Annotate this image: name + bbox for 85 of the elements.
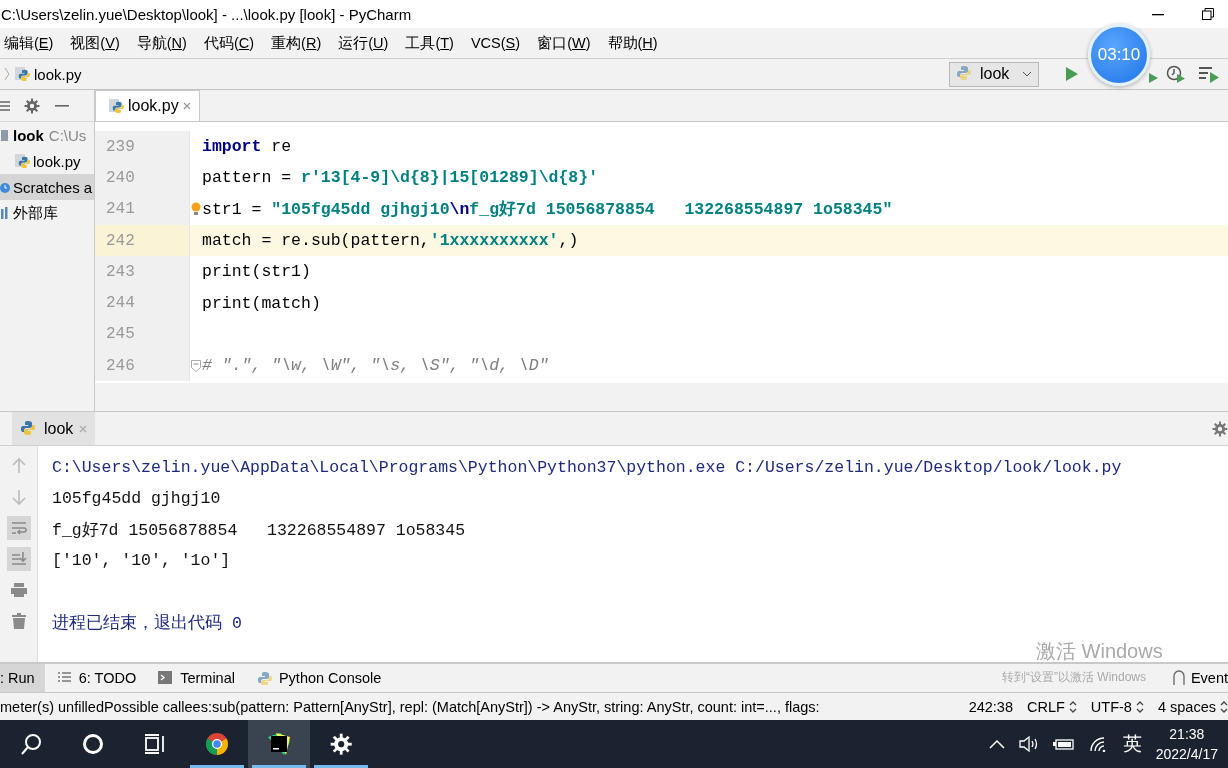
python-file-icon [14, 66, 30, 82]
chevron-up-icon[interactable] [988, 739, 1005, 749]
up-down-arrows-icon [1220, 700, 1228, 713]
circle-icon[interactable] [82, 733, 104, 755]
close-icon[interactable] [182, 102, 191, 110]
run-tab[interactable]: look [12, 412, 96, 445]
activation-hint: 转到“设置”以激活 Windows [1002, 669, 1147, 686]
python-icon [956, 65, 974, 83]
task-view-icon[interactable] [144, 733, 166, 755]
line-number: 240 [95, 162, 190, 194]
run-configuration-dropdown[interactable]: look [949, 61, 1039, 87]
up-down-arrows-icon [1135, 700, 1144, 713]
line-number: 242 [95, 224, 190, 257]
editor-tab[interactable]: look.py [95, 90, 200, 121]
bars-icon [0, 205, 10, 221]
folder-icon [0, 127, 10, 143]
scroll-to-end-icon[interactable] [6, 547, 31, 571]
code-line: str1 = "105fg45dd gjhgj10\nf_g好7d 15056878854 132268554897 1o58345" [202, 199, 893, 221]
tree-item[interactable]: look C:\Us [0, 122, 94, 148]
code-line: # ".", "\w, \W", "\s, \S", "\d, \D" [202, 356, 549, 376]
menu-item[interactable]: 窗口(W) [537, 33, 591, 53]
chevron-icon [4, 67, 10, 81]
menu-item[interactable]: 导航(N) [136, 33, 187, 53]
window-title: C:\Users\zelin.yue\Desktop\look] - ...\look.py [look] - PyCharm [1, 5, 413, 23]
code-line: print(str1) [202, 262, 311, 282]
console-line: ['10', '10', '1o'] [52, 550, 232, 572]
restore-icon[interactable] [1202, 8, 1214, 20]
python-icon [256, 671, 273, 685]
browser-icon[interactable] [206, 733, 228, 755]
balloon-icon [1170, 670, 1187, 686]
tree-item[interactable]: Scratches a [0, 174, 94, 200]
input-method-indicator[interactable]: 英 [1122, 731, 1142, 757]
tree-item[interactable]: look.py [0, 148, 94, 174]
indent-selector[interactable]: 4 spaces [1157, 698, 1228, 715]
menu-item[interactable]: 编辑(E) [4, 33, 54, 53]
python-file-icon [108, 98, 124, 114]
lightbulb-icon[interactable] [191, 202, 201, 217]
encoding-selector[interactable]: UTF-8 [1090, 698, 1144, 715]
tool-window-button[interactable]: 6: TODO [52, 664, 147, 692]
menu-item[interactable]: 代码(C) [203, 33, 255, 53]
search-icon[interactable] [20, 733, 42, 755]
tool-window-button[interactable]: : Run [0, 664, 45, 692]
battery-icon[interactable] [1052, 737, 1075, 751]
python-icon [20, 419, 38, 438]
code-line: import re [202, 137, 292, 157]
code-line: match = re.sub(pattern,'1xxxxxxxxxx',) [202, 231, 579, 251]
clock[interactable]: 21:38 2022/4/17 [1155, 724, 1218, 764]
tool-window-button[interactable]: Python Console [252, 664, 392, 692]
tree-item[interactable]: 外部库 [0, 200, 94, 226]
code-line: pattern = r'13[4-9]\d{8}|15[01289]\d{8}' [202, 168, 599, 188]
speaker-icon[interactable] [1018, 736, 1039, 752]
caret-icon [1022, 71, 1032, 77]
console-line: 105fg45dd gjhgj10 [52, 488, 222, 510]
menu-item[interactable]: 重构(R) [271, 33, 322, 53]
line-number: 245 [95, 318, 190, 351]
python-file-icon [14, 153, 30, 169]
line-number: 241 [95, 193, 190, 225]
terminal-icon [158, 671, 175, 685]
menu-item[interactable]: 工具(T) [405, 33, 454, 53]
line-number: 239 [95, 131, 190, 163]
event-log-button[interactable]: Event [1170, 664, 1228, 692]
menu-item[interactable]: 帮助(H) [607, 33, 658, 53]
run-list-icon[interactable] [1198, 65, 1220, 83]
console-line: f_g好7d 15056878854 132268554897 1o58345 [52, 519, 467, 542]
console-line: 进程已结束，退出代码 0 [52, 612, 243, 635]
list-icon [56, 671, 73, 685]
run-icon[interactable] [1065, 66, 1079, 82]
menu-item[interactable]: 运行(U) [338, 33, 389, 53]
console-line: C:\Users\zelin.yue\AppData\Local\Programs\Python\Python37\python.exe C:/Users/zelin.yue/Desktop/look/look.py [52, 457, 1122, 479]
line-number: 243 [95, 256, 190, 288]
up-down-arrows-icon [1068, 700, 1077, 713]
menu-item[interactable]: VCS(S) [470, 35, 521, 51]
line-separator-selector[interactable]: CRLF [1027, 698, 1077, 715]
tool-window-button[interactable]: Terminal [154, 664, 245, 692]
code-line: print(match) [202, 293, 321, 313]
activation-title: 激活 Windows [1036, 639, 1163, 664]
status-message: meter(s) unfilledPossible callees:sub(pattern: Pattern[AnyStr], repl: (Match[AnyStr]) -> AnyStr, string: AnyStr, count: int=..., flags: [0, 698, 821, 715]
line-number: 246 [95, 350, 190, 382]
cursor-position[interactable]: 242:38 [968, 698, 1013, 715]
menu-item[interactable]: 视图(V) [70, 33, 120, 53]
profile-run-icon[interactable] [1166, 65, 1186, 83]
breadcrumb-item[interactable]: look.py [34, 65, 82, 83]
ide-app-icon[interactable] [268, 733, 290, 755]
line-number: 244 [95, 287, 190, 319]
collapse-icon[interactable] [0, 98, 10, 113]
